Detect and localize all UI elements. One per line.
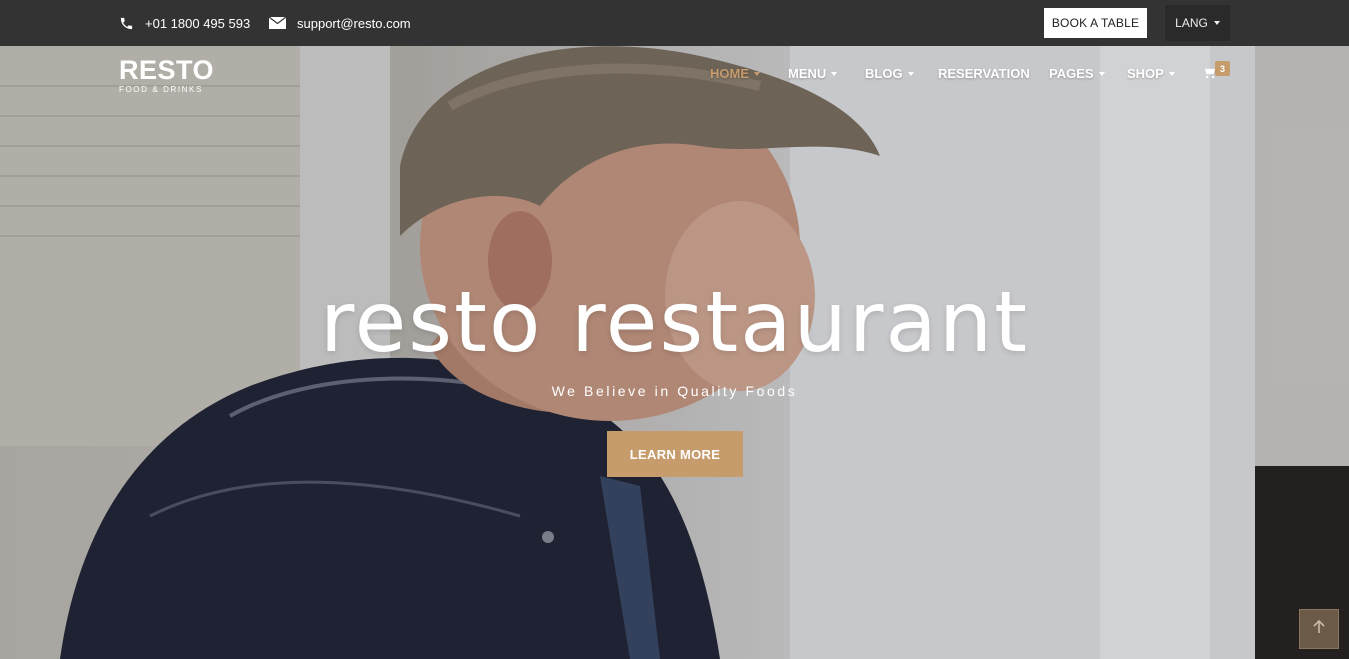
back-to-top-button[interactable]	[1299, 609, 1339, 649]
nav-item-menu[interactable]: MENU	[788, 66, 838, 81]
phone-icon	[119, 16, 134, 31]
email-contact[interactable]: support@resto.com	[269, 0, 411, 46]
nav-item-label: BLOG	[865, 66, 903, 81]
main-navigation: HOME MENU BLOG RESERVATION PAGES SHOP	[0, 66, 1349, 84]
language-label: LANG	[1175, 16, 1208, 30]
nav-item-label: PAGES	[1049, 66, 1094, 81]
nav-item-label: SHOP	[1127, 66, 1164, 81]
chevron-down-icon	[1098, 71, 1105, 76]
book-a-table-button[interactable]: BOOK A TABLE	[1044, 8, 1147, 38]
chevron-down-icon	[1213, 21, 1220, 25]
nav-item-pages[interactable]: PAGES	[1049, 66, 1105, 81]
chevron-down-icon	[907, 71, 914, 76]
nav-item-shop[interactable]: SHOP	[1127, 66, 1175, 81]
arrow-up-icon	[1312, 619, 1326, 639]
hero-title: resto restaurant	[319, 273, 1030, 371]
learn-more-button[interactable]: LEARN MORE	[607, 431, 743, 477]
chevron-down-icon	[754, 71, 760, 76]
nav-item-label: RESERVATION	[938, 66, 1030, 81]
envelope-icon	[269, 17, 286, 29]
logo-tagline: FOOD & DRINKS	[119, 85, 203, 94]
phone-number: +01 1800 495 593	[145, 15, 251, 31]
nav-item-home[interactable]: HOME	[710, 66, 760, 81]
chevron-down-icon	[831, 71, 838, 76]
language-dropdown[interactable]: LANG	[1165, 5, 1230, 41]
nav-item-reservation[interactable]: RESERVATION	[938, 66, 1030, 81]
cart-count-badge: 3	[1215, 61, 1230, 76]
hero-subtitle: We Believe in Quality Foods	[551, 383, 798, 399]
cart-button[interactable]	[1202, 66, 1216, 85]
chevron-down-icon	[1168, 71, 1175, 76]
nav-item-label: MENU	[788, 66, 827, 81]
cart-icon	[1202, 67, 1216, 84]
nav-item-blog[interactable]: BLOG	[865, 66, 914, 81]
phone-contact[interactable]: +01 1800 495 593	[119, 0, 250, 46]
nav-item-label: HOME	[710, 66, 749, 81]
email-address: support@resto.com	[297, 15, 411, 31]
top-bar: +01 1800 495 593 support@resto.com BOOK …	[0, 0, 1349, 46]
